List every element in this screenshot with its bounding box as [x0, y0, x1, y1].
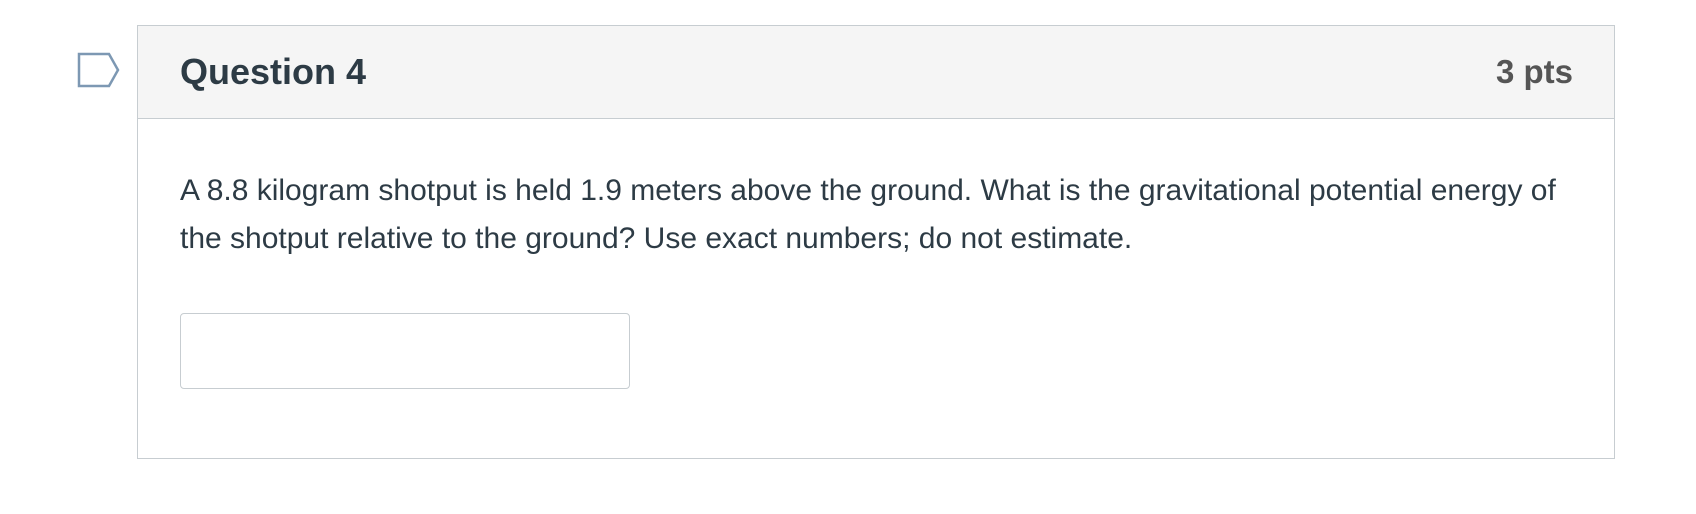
question-points: 3 pts	[1495, 53, 1573, 90]
question-body: A 8.8 kilogram shotput is held 1.9 meter…	[138, 119, 1614, 389]
question-card: Question 4 3 pts A 8.8 kilogram shotput …	[137, 25, 1615, 459]
question-header: Question 4 3 pts	[138, 26, 1614, 119]
question-text: A 8.8 kilogram shotput is held 1.9 meter…	[180, 174, 1556, 255]
flag-question-icon[interactable]	[77, 52, 121, 88]
question-title: Question 4	[180, 51, 367, 92]
answer-input[interactable]	[180, 313, 630, 389]
